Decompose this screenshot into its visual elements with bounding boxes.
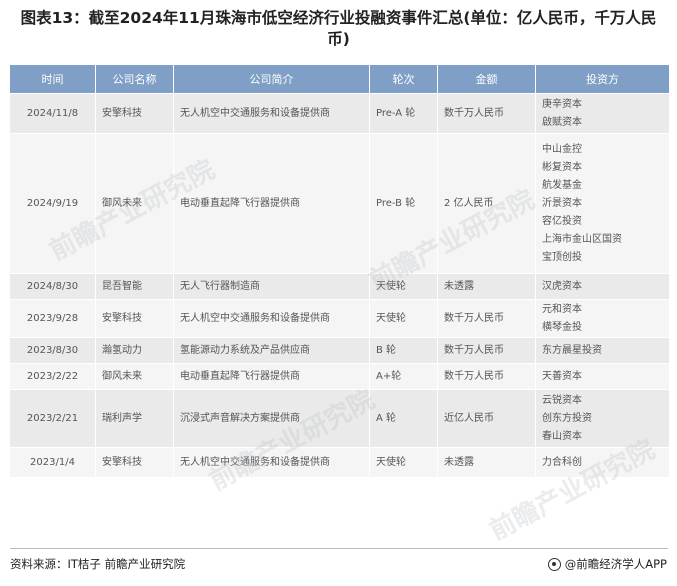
cell-round: Pre-A 轮 xyxy=(369,93,438,134)
cell-intro: 电动垂直起降飞行器提供商 xyxy=(173,363,370,390)
investor-name: 庚辛资本 xyxy=(542,98,582,110)
cell-investors: 中山金控彬复资本航发基金沂景资本容亿投资上海市金山区国资 宝顶创投 xyxy=(535,133,670,274)
investor-name: 宝顶创投 xyxy=(542,251,582,263)
cell-intro: 无人机空中交通服务和设备提供商 xyxy=(173,93,370,134)
cell-round: B 轮 xyxy=(369,337,438,364)
page-title: 图表13：截至2024年11月珠海市低空经济行业投融资事件汇总(单位：亿人民币，… xyxy=(20,9,657,48)
investor-name: 啟赋资本 xyxy=(542,116,582,128)
cell-company: 瑞利声学 xyxy=(95,389,174,448)
footer-divider xyxy=(10,548,668,549)
investor-name: 航发基金 xyxy=(542,179,582,191)
investor-name: 中山金控 xyxy=(542,143,582,155)
header-company: 公司名称 xyxy=(95,64,174,94)
table-row: 2024/8/30 昆吾智能 无人飞行器制造商 天使轮 未透露 汉虎资本 xyxy=(9,273,670,300)
cell-amount: 数千万人民币 xyxy=(437,299,536,338)
investor-name: 东方晨星投资 xyxy=(542,344,602,356)
cell-round: A 轮 xyxy=(369,389,438,448)
cell-company: 安擎科技 xyxy=(95,93,174,134)
cell-date: 2024/11/8 xyxy=(9,93,96,134)
investor-name: 沂景资本 xyxy=(542,197,582,209)
cell-amount: 数千万人民币 xyxy=(437,337,536,364)
cell-intro: 无人机空中交通服务和设备提供商 xyxy=(173,447,370,478)
cell-amount: 未透露 xyxy=(437,273,536,300)
cell-investors: 力合科创 xyxy=(535,447,670,478)
table-body: 2024/11/8 安擎科技 无人机空中交通服务和设备提供商 Pre-A 轮数千万人民… xyxy=(9,93,670,478)
header-intro: 公司简介 xyxy=(173,64,370,94)
cell-round: A+轮 xyxy=(369,363,438,390)
cell-amount: 2 亿人民币 xyxy=(437,133,536,274)
investor-name: 创东方投资 xyxy=(542,412,592,424)
investor-name: 春山资本 xyxy=(542,430,582,442)
cell-amount: 近亿人民币 xyxy=(437,389,536,448)
cell-company: 安擎科技 xyxy=(95,299,174,338)
cell-round: 天使轮 xyxy=(369,299,438,338)
table-row: 2023/2/22 御风未来 电动垂直起降飞行器提供商 A+轮 数千万人民币 天善资本 xyxy=(9,363,670,390)
cell-round: Pre-B 轮 xyxy=(369,133,438,274)
cell-date: 2023/2/21 xyxy=(9,389,96,448)
table-row: 2023/9/28 安擎科技 无人机空中交通服务和设备提供商 天使轮 数千万人民币 元和资… xyxy=(9,299,670,338)
cell-investors: 元和资本 横琴金投 xyxy=(535,299,670,338)
brand-logo-icon xyxy=(547,557,561,571)
cell-date: 2023/8/30 xyxy=(9,337,96,364)
investor-name: 天善资本 xyxy=(542,370,582,382)
investor-name: 彬复资本 xyxy=(542,161,582,173)
investor-name: 力合科创 xyxy=(542,456,582,468)
cell-company: 御风未来 xyxy=(95,133,174,274)
cell-intro: 氢能源动力系统及产品供应商 xyxy=(173,337,370,364)
header-round: 轮次 xyxy=(369,64,438,94)
cell-round: 天使轮 xyxy=(369,447,438,478)
cell-amount: 数千万人民币 xyxy=(437,93,536,134)
investor-name: 横琴金投 xyxy=(542,321,582,333)
cell-intro: 沉浸式声音解决方案提供商 xyxy=(173,389,370,448)
brand-text: @前瞻经济学人APP xyxy=(564,557,667,571)
cell-intro: 电动垂直起降飞行器提供商 xyxy=(173,133,370,274)
cell-company: 安擎科技 xyxy=(95,447,174,478)
table-row: 2024/9/19 御风未来 电动垂直起降飞行器提供商 Pre-B 轮2 亿人民币 中山… xyxy=(9,133,670,274)
cell-date: 2024/9/19 xyxy=(9,133,96,274)
table-header-row: 时间 公司名称 公司简介 轮次 金额 投资方 xyxy=(9,64,670,94)
cell-company: 瀚氢动力 xyxy=(95,337,174,364)
cell-amount: 数千万人民币 xyxy=(437,363,536,390)
cell-investors: 汉虎资本 xyxy=(535,273,670,300)
source-note: 资料来源：IT桔子 前瞻产业研究院 xyxy=(10,557,186,571)
table-row: 2023/8/30 瀚氢动力 氢能源动力系统及产品供应商 B 轮数千万人民币 东方晨星投… xyxy=(9,337,670,364)
cell-date: 2024/8/30 xyxy=(9,273,96,300)
brand-credit: @前瞻经济学人APP xyxy=(547,556,667,572)
header-amount: 金额 xyxy=(437,64,536,94)
cell-intro: 无人飞行器制造商 xyxy=(173,273,370,300)
cell-investors: 天善资本 xyxy=(535,363,670,390)
investor-name: 汉虎资本 xyxy=(542,280,582,292)
cell-amount: 未透露 xyxy=(437,447,536,478)
cell-investors: 东方晨星投资 xyxy=(535,337,670,364)
cell-company: 昆吾智能 xyxy=(95,273,174,300)
cell-date: 2023/1/4 xyxy=(9,447,96,478)
header-time: 时间 xyxy=(9,64,96,94)
investor-name: 上海市金山区国资 xyxy=(542,233,622,245)
investor-name: 元和资本 xyxy=(542,303,582,315)
cell-investors: 庚辛资本 啟赋资本 xyxy=(535,93,670,134)
cell-date: 2023/9/28 xyxy=(9,299,96,338)
investment-table: 时间 公司名称 公司简介 轮次 金额 投资方 2024/11/8 安擎科技 无人机空… xyxy=(9,64,670,478)
cell-round: 天使轮 xyxy=(369,273,438,300)
cell-date: 2023/2/22 xyxy=(9,363,96,390)
investment-table-wrapper: 时间 公司名称 公司简介 轮次 金额 投资方 2024/11/8 安擎科技 无人机空… xyxy=(9,64,670,478)
cell-intro: 无人机空中交通服务和设备提供商 xyxy=(173,299,370,338)
table-row: 2024/11/8 安擎科技 无人机空中交通服务和设备提供商 Pre-A 轮数千万人民… xyxy=(9,93,670,134)
investor-name: 云锐资本 xyxy=(542,394,582,406)
header-investors: 投资方 xyxy=(535,64,670,94)
table-row: 2023/2/21 瑞利声学 沉浸式声音解决方案提供商 A 轮近亿人民币 云锐资本创东方… xyxy=(9,389,670,448)
investor-name: 容亿投资 xyxy=(542,215,582,227)
table-row: 2023/1/4 安擎科技 无人机空中交通服务和设备提供商 天使轮 未透露 力合科创 xyxy=(9,447,670,478)
cell-company: 御风未来 xyxy=(95,363,174,390)
cell-investors: 云锐资本创东方投资春山资本 xyxy=(535,389,670,448)
